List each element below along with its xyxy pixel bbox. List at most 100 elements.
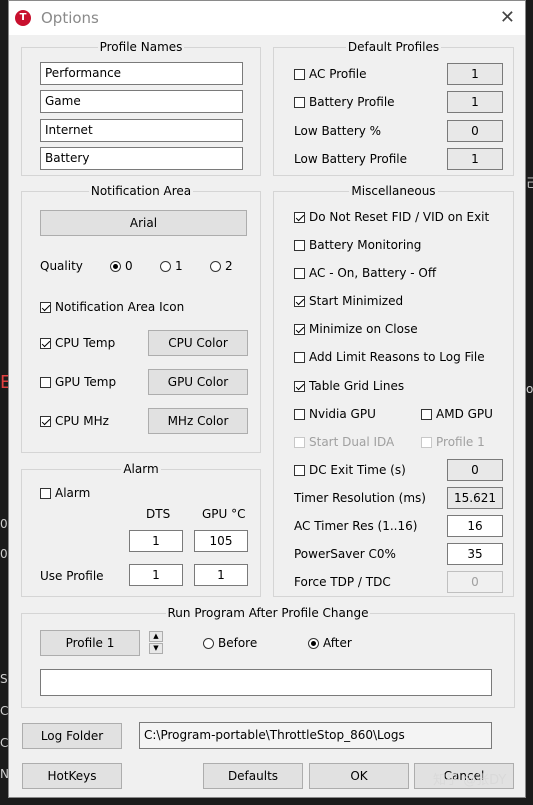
- misc-checkbox-minimize-on-close[interactable]: Minimize on Close: [294, 322, 418, 336]
- run-program-group: Run Program After Profile Change Profile…: [21, 606, 515, 708]
- ac-profile-checkbox[interactable]: AC Profile: [294, 67, 367, 81]
- checkbox-box: [294, 296, 305, 307]
- log-folder-button[interactable]: Log Folder: [22, 723, 122, 749]
- radio-label: 1: [175, 259, 183, 273]
- battery-profile-checkbox[interactable]: Battery Profile: [294, 95, 395, 109]
- group-title: Run Program After Profile Change: [165, 606, 371, 620]
- use-profile-dts-value[interactable]: 1: [129, 564, 183, 586]
- checkbox-box: [294, 409, 305, 420]
- low-battery-profile-value[interactable]: 1: [447, 148, 503, 170]
- checkbox-box: [40, 338, 51, 349]
- ok-button[interactable]: OK: [309, 763, 409, 789]
- background-text: on: [526, 382, 533, 396]
- low-battery-profile-label: Low Battery Profile: [294, 152, 407, 166]
- dc-exit-time-value[interactable]: 0: [447, 459, 503, 481]
- alarm-checkbox[interactable]: Alarm: [40, 486, 90, 500]
- checkbox-label: Add Limit Reasons to Log File: [309, 350, 485, 364]
- checkbox-label: Battery Monitoring: [309, 238, 422, 252]
- profile-name-field[interactable]: Battery: [40, 147, 243, 170]
- mhz-color-button[interactable]: MHz Color: [148, 408, 248, 434]
- profile-1-checkbox[interactable]: Profile 1: [421, 435, 485, 449]
- watermark: 知乎 @张DY: [433, 773, 507, 788]
- radio-label: After: [323, 636, 352, 650]
- quality-radio-0[interactable]: 0: [110, 259, 133, 273]
- group-title: Profile Names: [97, 40, 185, 54]
- nvidia-gpu-checkbox[interactable]: Nvidia GPU: [294, 407, 376, 421]
- profile-name-field[interactable]: Internet: [40, 119, 243, 142]
- gpu-color-button[interactable]: GPU Color: [148, 369, 248, 395]
- profile-name-field[interactable]: Performance: [40, 62, 243, 85]
- close-icon[interactable]: ✕: [500, 7, 515, 28]
- gpu-temp-checkbox[interactable]: GPU Temp: [40, 375, 116, 389]
- profile-spin-down-icon[interactable]: ▼: [149, 643, 163, 654]
- font-button[interactable]: Arial: [40, 210, 247, 236]
- misc-checkbox-battery-monitoring[interactable]: Battery Monitoring: [294, 238, 421, 252]
- before-radio[interactable]: Before: [203, 636, 257, 650]
- cpu-color-button[interactable]: CPU Color: [148, 330, 248, 356]
- title-bar: T Options ✕: [9, 1, 525, 35]
- misc-checkbox-limit-reasons[interactable]: Add Limit Reasons to Log File: [294, 350, 485, 364]
- quality-radio-1[interactable]: 1: [160, 259, 183, 273]
- checkbox-label: Profile 1: [436, 435, 485, 449]
- start-dual-ida-checkbox[interactable]: Start Dual IDA: [294, 435, 394, 449]
- app-icon: T: [15, 10, 31, 26]
- after-radio[interactable]: After: [308, 636, 352, 650]
- dc-exit-time-checkbox[interactable]: DC Exit Time (s): [294, 463, 406, 477]
- background-text: 0: [0, 547, 8, 561]
- gpu-column-header: GPU °C: [202, 507, 246, 521]
- use-profile-label: Use Profile: [40, 569, 104, 583]
- checkbox-box: [40, 302, 51, 313]
- profile-spin-up-icon[interactable]: ▲: [149, 631, 163, 642]
- profile-names-group: Profile Names Performance Game Internet …: [21, 40, 261, 176]
- checkbox-label: Alarm: [55, 486, 91, 500]
- checkbox-box: [294, 381, 305, 392]
- misc-checkbox-table-grid-lines[interactable]: Table Grid Lines: [294, 379, 404, 393]
- use-profile-gpu-value[interactable]: 1: [194, 564, 248, 586]
- checkbox-box: [294, 352, 305, 363]
- cpu-temp-checkbox[interactable]: CPU Temp: [40, 336, 115, 350]
- log-folder-path-field[interactable]: C:\Program-portable\ThrottleStop_860\Log…: [139, 722, 492, 749]
- checkbox-label: AMD GPU: [436, 407, 493, 421]
- alarm-group: Alarm Alarm DTS GPU °C 1 105 Use Profile…: [21, 462, 261, 597]
- battery-profile-value[interactable]: 1: [447, 91, 503, 113]
- force-tdp-value[interactable]: 0: [447, 571, 503, 593]
- quality-radio-2[interactable]: 2: [210, 259, 233, 273]
- background-text: S: [0, 672, 8, 686]
- misc-checkbox-reset-fid-vid[interactable]: Do Not Reset FID / VID on Exit: [294, 210, 489, 224]
- timer-resolution-value: 15.621: [447, 487, 503, 509]
- misc-checkbox-start-minimized[interactable]: Start Minimized: [294, 294, 403, 308]
- checkbox-label: GPU Temp: [55, 375, 117, 389]
- amd-gpu-checkbox[interactable]: AMD GPU: [421, 407, 493, 421]
- checkbox-box: [40, 488, 51, 499]
- alarm-gpu-value[interactable]: 105: [194, 530, 248, 552]
- checkbox-box: [294, 240, 305, 251]
- cpu-mhz-checkbox[interactable]: CPU MHz: [40, 414, 109, 428]
- radio-dot: [110, 261, 121, 272]
- powersaver-label: PowerSaver C0%: [294, 547, 396, 561]
- checkbox-box: [421, 409, 432, 420]
- powersaver-value[interactable]: 35: [447, 543, 503, 565]
- force-tdp-label: Force TDP / TDC: [294, 575, 391, 589]
- alarm-dts-value[interactable]: 1: [129, 530, 183, 552]
- run-program-path-field[interactable]: [40, 669, 492, 696]
- radio-dot: [210, 261, 221, 272]
- checkbox-box: [40, 416, 51, 427]
- misc-checkbox-ac-on-battery-off[interactable]: AC - On, Battery - Off: [294, 266, 436, 280]
- notification-icon-checkbox[interactable]: Notification Area Icon: [40, 300, 184, 314]
- radio-dot: [160, 261, 171, 272]
- ac-profile-value[interactable]: 1: [447, 63, 503, 85]
- hotkeys-button[interactable]: HotKeys: [22, 763, 122, 789]
- radio-dot: [203, 638, 214, 649]
- timer-resolution-label: Timer Resolution (ms): [294, 491, 426, 505]
- ac-timer-res-value[interactable]: 16: [447, 515, 503, 537]
- run-profile-button[interactable]: Profile 1: [40, 630, 140, 656]
- notification-area-group: Notification Area Arial Quality 0 1 2 No…: [21, 184, 261, 453]
- low-battery-percent-value[interactable]: 0: [447, 120, 503, 142]
- defaults-button[interactable]: Defaults: [203, 763, 303, 789]
- radio-label: 0: [125, 259, 133, 273]
- group-title: Notification Area: [88, 184, 194, 198]
- checkbox-box: [294, 268, 305, 279]
- profile-name-field[interactable]: Game: [40, 90, 243, 113]
- radio-dot: [308, 638, 319, 649]
- checkbox-box: [40, 377, 51, 388]
